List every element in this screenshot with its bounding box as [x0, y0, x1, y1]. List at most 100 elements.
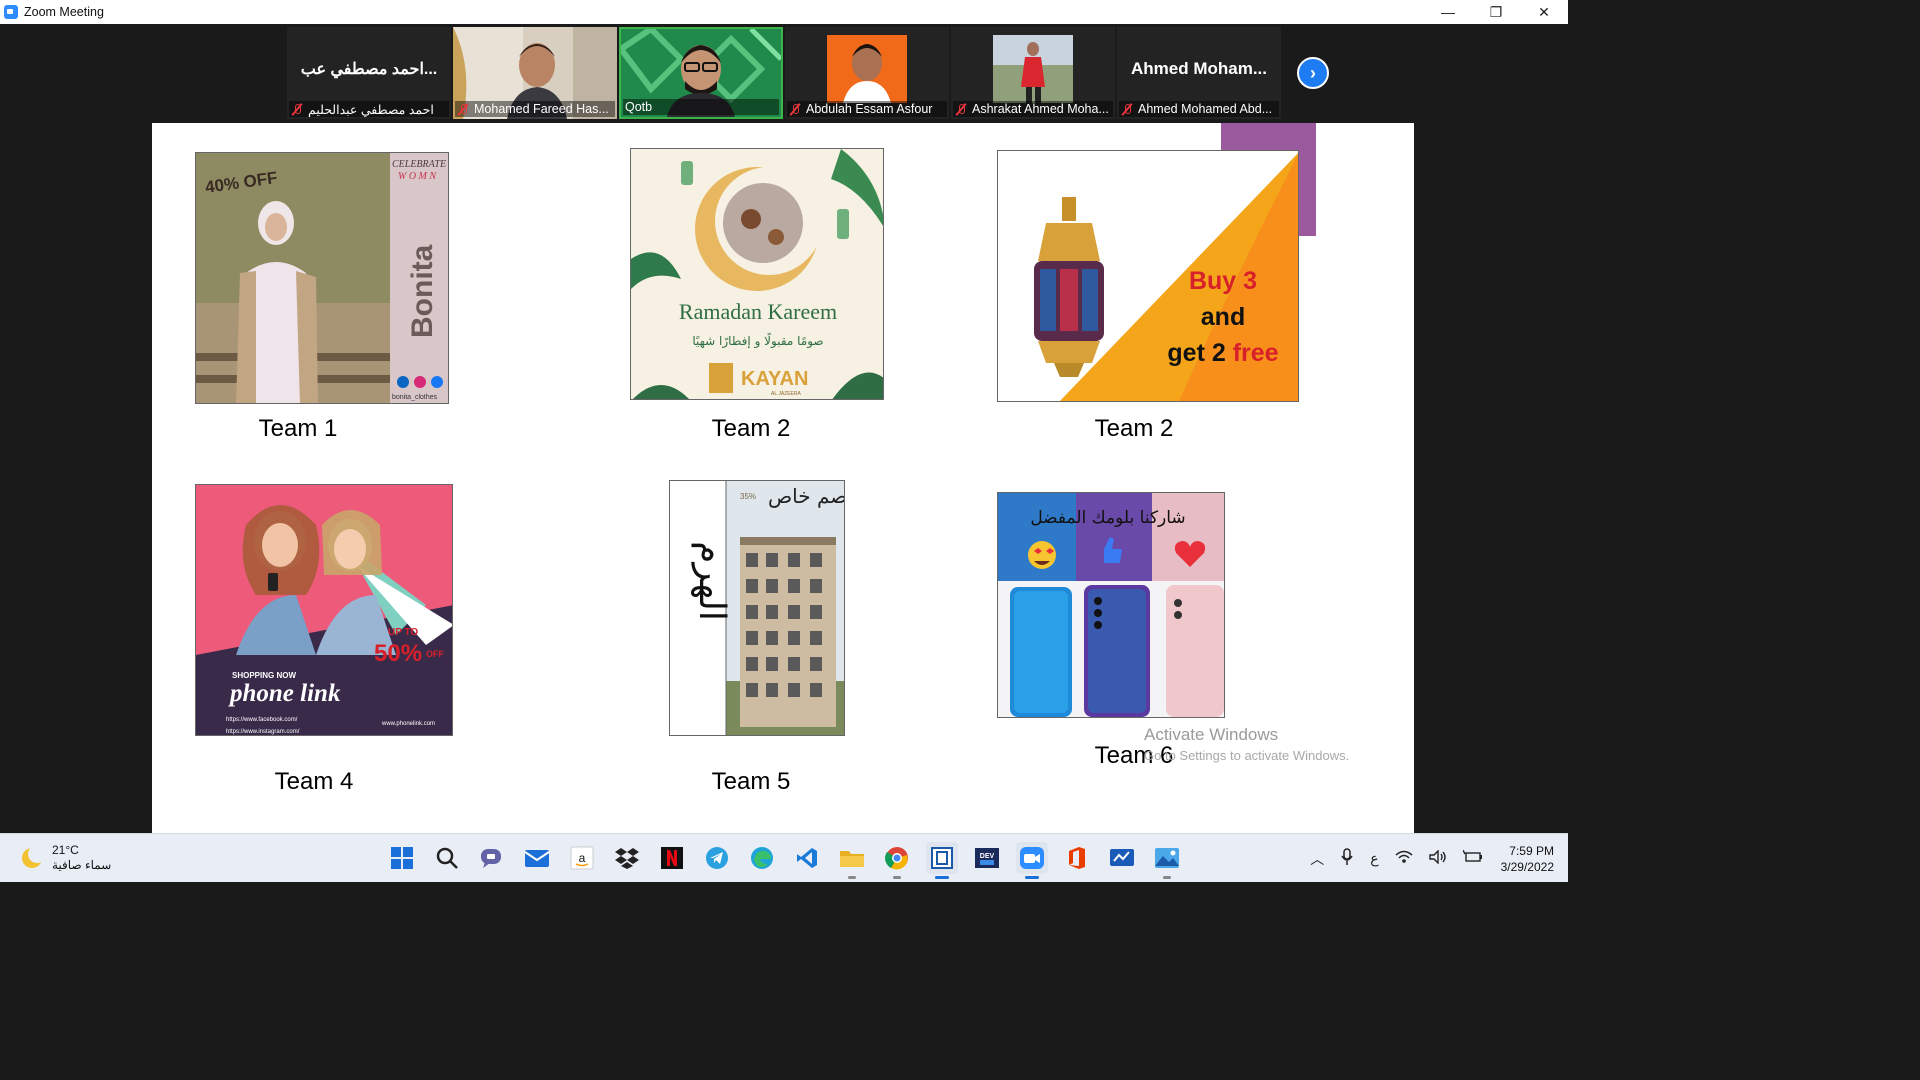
- participant-nametag: Ahmed Mohamed Abd...: [1119, 101, 1279, 117]
- participant-name: Qotb: [625, 100, 653, 114]
- photos-icon[interactable]: [1151, 842, 1183, 879]
- clock-time: 7:59 PM: [1509, 843, 1554, 858]
- design-card-team1: 40% OFF CELEBRATE W O M N Bonita bonita_…: [195, 152, 449, 404]
- mic-muted-icon: [789, 103, 801, 116]
- team-caption: Team 1: [258, 415, 338, 442]
- phonelink-ad-image: UP TO 50% OFF SHOPPING NOW phone link ht…: [196, 485, 452, 735]
- upto-text: UP TO: [388, 627, 418, 638]
- participant-name: Abdulah Essam Asfour: [806, 102, 933, 116]
- shopping-text: SHOPPING NOW: [232, 671, 296, 680]
- activate-windows-title: Activate Windows: [1144, 725, 1279, 744]
- mail-icon[interactable]: [521, 842, 553, 874]
- amazon-icon[interactable]: a: [566, 842, 598, 874]
- clock-date: 3/29/2022: [1500, 859, 1554, 874]
- team-caption: Team 4: [274, 768, 354, 795]
- dropbox-icon[interactable]: [611, 842, 643, 874]
- clock[interactable]: 7:59 PM 3/29/2022: [1501, 843, 1554, 875]
- whiteboard-icon[interactable]: [1106, 842, 1138, 874]
- zoom-icon[interactable]: [1016, 842, 1048, 879]
- team-caption: Team 2: [711, 415, 791, 442]
- design-card-team5: خصم خاص 35% الهرم: [669, 480, 845, 736]
- offer-free: free: [1233, 339, 1279, 367]
- svg-text:get 2 free: get 2 free: [1167, 339, 1278, 367]
- input-language-indicator[interactable]: ع: [1370, 850, 1378, 867]
- tagline-text-2: W O M N: [398, 171, 437, 182]
- participant-tile[interactable]: Abdulah Essam Asfour: [785, 27, 949, 119]
- offer-line2: and: [1201, 303, 1245, 331]
- next-page-chevron-icon[interactable]: ›: [1297, 57, 1329, 89]
- instagram-url: https://www.instagram.com/: [226, 729, 300, 735]
- vscode-icon[interactable]: [791, 842, 823, 874]
- netflix-icon[interactable]: [656, 842, 688, 874]
- volume-icon[interactable]: [1428, 849, 1447, 867]
- project-name: الهرم: [691, 541, 732, 621]
- svg-text:a: a: [579, 851, 586, 865]
- battery-icon[interactable]: [1461, 849, 1483, 867]
- weather-desc: سماء صافية: [52, 858, 112, 872]
- teams-chat-icon[interactable]: [476, 842, 508, 874]
- office-icon[interactable]: [1061, 842, 1093, 874]
- bonita-ad-image: 40% OFF CELEBRATE W O M N Bonita bonita_…: [196, 153, 448, 403]
- brand-text: Bonita: [406, 244, 439, 338]
- percent-text: 35%: [740, 492, 756, 501]
- search-icon[interactable]: [431, 842, 463, 874]
- moon-icon: [22, 845, 46, 868]
- terminal-icon[interactable]: [926, 842, 958, 879]
- offer-title: خصم خاص: [768, 484, 845, 508]
- participant-name: Ahmed Mohamed Abd...: [1138, 102, 1273, 116]
- weather-widget[interactable]: 21°C سماء صافية: [22, 843, 111, 873]
- ramadan-ad-image: Ramadan Kareem صومًا مقبولًا و إفطارًا ش…: [631, 149, 883, 399]
- zoom-app-icon: [4, 5, 18, 19]
- weather-temp: 21°C: [52, 843, 79, 857]
- participant-nametag: Ashrakat Ahmed Moha...: [953, 101, 1113, 117]
- participant-tile-active-speaker[interactable]: Qotb: [619, 27, 783, 119]
- mic-muted-icon: [291, 103, 303, 116]
- show-hidden-icons-chevron-icon[interactable]: ︿: [1310, 849, 1324, 869]
- telegram-icon[interactable]: [701, 842, 733, 874]
- window-title: Zoom Meeting: [24, 5, 104, 19]
- restore-button[interactable]: ❐: [1472, 0, 1520, 24]
- wifi-icon[interactable]: [1395, 850, 1413, 867]
- team-caption: Team 5: [711, 768, 791, 795]
- participant-tile[interactable]: Mohamed Fareed Has...: [453, 27, 617, 119]
- minimize-button[interactable]: —: [1424, 0, 1472, 24]
- close-button[interactable]: ✕: [1520, 0, 1568, 24]
- participant-nametag: Qotb: [623, 99, 779, 115]
- participant-display-name: احمد مصطفي عب...: [300, 61, 438, 78]
- mic-muted-icon: [1121, 103, 1133, 116]
- design-card-team4: UP TO 50% OFF SHOPPING NOW phone link ht…: [195, 484, 453, 736]
- participant-name: Ashrakat Ahmed Moha...: [972, 102, 1109, 116]
- window-titlebar: Zoom Meeting — ❐ ✕: [0, 0, 1568, 24]
- percent-text: 50%: [374, 640, 422, 667]
- phones-ad-image: شاركنا بلومك المفضل: [998, 493, 1224, 717]
- team-caption: Team 2: [1094, 415, 1174, 442]
- shared-screen-slide: 40% OFF CELEBRATE W O M N Bonita bonita_…: [152, 123, 1414, 833]
- subbrand-text: AL JAZEERA: [771, 391, 801, 397]
- participant-name: احمد مصطفي عبدالحليم: [308, 102, 434, 117]
- participant-strip: احمد مصطفي عب... احمد مصطفي عبدالحليم Mo…: [0, 24, 1568, 122]
- windows-taskbar: 21°C سماء صافية a DEV ︿ ع 7:59 PM 3/29/2…: [0, 833, 1568, 882]
- svg-text:DEV: DEV: [980, 853, 995, 860]
- brand-text: KAYAN: [741, 368, 808, 390]
- participant-tile[interactable]: احمد مصطفي عب... احمد مصطفي عبدالحليم: [287, 27, 451, 119]
- dev-tool-icon[interactable]: DEV: [971, 842, 1003, 874]
- design-card-team2-offer: Buy 3 and get 2 free: [997, 150, 1299, 402]
- site-url: www.phonelink.com: [381, 721, 435, 727]
- participant-name: Mohamed Fareed Has...: [474, 102, 609, 116]
- lantern-offer-image: Buy 3 and get 2 free: [998, 151, 1298, 401]
- participant-nametag: Mohamed Fareed Has...: [455, 101, 615, 117]
- edge-icon[interactable]: [746, 842, 778, 874]
- windows-start-icon[interactable]: [386, 842, 418, 874]
- microphone-icon[interactable]: [1340, 848, 1354, 869]
- chrome-icon[interactable]: [881, 842, 913, 879]
- file-explorer-icon[interactable]: [836, 842, 868, 879]
- mic-muted-icon: [955, 103, 967, 116]
- participant-tile[interactable]: Ashrakat Ahmed Moha...: [951, 27, 1115, 119]
- participant-nametag: احمد مصطفي عبدالحليم: [289, 101, 449, 117]
- facebook-url: https://www.facebook.com/: [226, 717, 298, 723]
- headline-text: شاركنا بلومك المفضل: [1030, 508, 1185, 528]
- handle-text: bonita_clothes: [392, 394, 438, 401]
- design-card-team6: شاركنا بلومك المفضل: [997, 492, 1225, 718]
- mic-muted-icon: [457, 103, 469, 116]
- participant-tile[interactable]: Ahmed Moham... Ahmed Mohamed Abd...: [1117, 27, 1281, 119]
